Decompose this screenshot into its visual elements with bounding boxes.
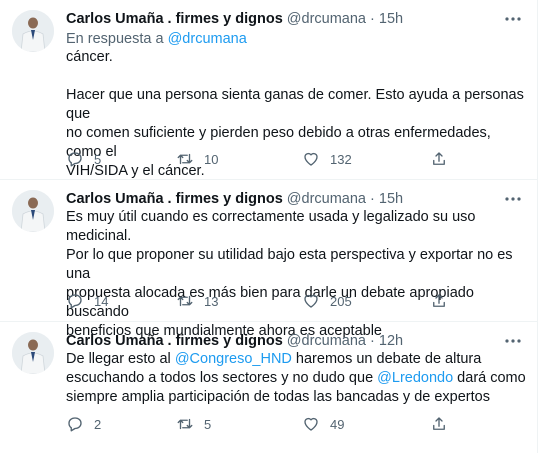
text-segment: De llegar esto al [66,351,175,367]
like-count: 132 [330,151,352,167]
retweet-icon [177,295,193,307]
more-icon[interactable] [504,334,522,348]
separator-dot: · [370,333,375,349]
like-button[interactable]: 205 [302,291,352,311]
retweet-icon [177,153,193,165]
reply-button[interactable]: 5 [66,149,101,169]
text-segment: escuchando a todos los sectores y no dud… [66,370,378,386]
text-segment: haremos un debate de altura [291,351,482,367]
tweet-text: De llegar esto al @Congreso_HND haremos … [66,350,526,407]
retweet-button[interactable]: 5 [176,414,211,434]
like-button[interactable]: 49 [302,414,344,434]
tweet-text-line: Por lo que proponer su utilidad bajo est… [66,247,513,282]
share-icon [433,294,445,307]
tweet-text-line: Hacer que una persona sienta ganas de co… [66,87,524,122]
retweet-count: 13 [204,293,219,309]
share-icon [433,152,445,165]
retweet-count: 10 [204,151,219,167]
tweet-timestamp[interactable]: 15h [379,191,403,207]
author-name[interactable]: Carlos Umaña . firmes y dignos [66,333,283,349]
avatar[interactable] [12,332,54,374]
retweet-button[interactable]: 13 [176,291,218,311]
reply-prefix: En respuesta a [66,31,164,47]
like-count: 205 [330,293,352,309]
tweet-actions: 14 13 205 [66,291,456,311]
like-icon [304,152,318,166]
author-handle[interactable]: @drcumana [287,11,366,27]
avatar[interactable] [12,10,54,52]
author-name[interactable]: Carlos Umaña . firmes y dignos [66,191,283,207]
tweet-text-line: cáncer. [66,49,113,65]
retweet-count: 5 [204,416,212,432]
like-icon [304,294,318,308]
tweet-text-line: escuchando a todos los sectores y no dud… [66,369,526,388]
tweet-timestamp[interactable]: 15h [379,11,403,27]
reply-button[interactable]: 14 [66,291,108,311]
avatar[interactable] [12,190,54,232]
tweet[interactable]: Carlos Umaña . firmes y dignos @drcumana… [0,322,538,453]
tweet-header: Carlos Umaña . firmes y dignos @drcumana… [66,10,403,28]
separator-dot: · [370,191,375,207]
tweet[interactable]: Carlos Umaña . firmes y dignos @drcumana… [0,0,538,180]
like-count: 49 [330,416,345,432]
share-button[interactable] [430,149,448,169]
reply-icon [68,152,82,167]
reply-to-mention[interactable]: @drcumana [168,31,247,47]
author-name[interactable]: Carlos Umaña . firmes y dignos [66,11,283,27]
tweet-text-line: Es muy útil cuando es correctamente usad… [66,209,476,244]
timeline: Carlos Umaña . firmes y dignos @drcumana… [0,0,538,453]
tweet-text-line: De llegar esto al @Congreso_HND haremos … [66,350,526,369]
mention-lredondo[interactable]: @Lredondo [377,370,453,386]
separator-dot: · [370,11,375,27]
retweet-button[interactable]: 10 [176,149,218,169]
text-segment: dará como [453,370,526,386]
tweet-header: Carlos Umaña . firmes y dignos @drcumana… [66,332,403,350]
author-handle[interactable]: @drcumana [287,191,366,207]
mention-congreso[interactable]: @Congreso_HND [175,351,292,367]
share-button[interactable] [430,414,448,434]
tweet-timestamp[interactable]: 12h [379,333,403,349]
reply-count: 2 [94,416,102,432]
reply-context: En respuesta a @drcumana [66,30,247,48]
like-button[interactable]: 132 [302,149,352,169]
tweet-header: Carlos Umaña . firmes y dignos @drcumana… [66,190,403,208]
author-handle[interactable]: @drcumana [287,333,366,349]
reply-count: 14 [94,293,109,309]
like-icon [304,417,318,431]
reply-button[interactable]: 2 [66,414,101,434]
tweet-actions: 2 5 49 [66,414,456,434]
more-icon[interactable] [504,192,522,206]
reply-icon [68,417,82,432]
tweet-actions: 5 10 132 [66,149,456,169]
reply-count: 5 [94,151,102,167]
retweet-icon [177,418,193,430]
share-icon [433,417,445,430]
reply-icon [68,294,82,309]
tweet[interactable]: Carlos Umaña . firmes y dignos @drcumana… [0,180,538,339]
share-button[interactable] [430,291,448,311]
tweet-text-line: siempre amplia participación de todas la… [66,389,490,405]
more-icon[interactable] [504,12,522,26]
